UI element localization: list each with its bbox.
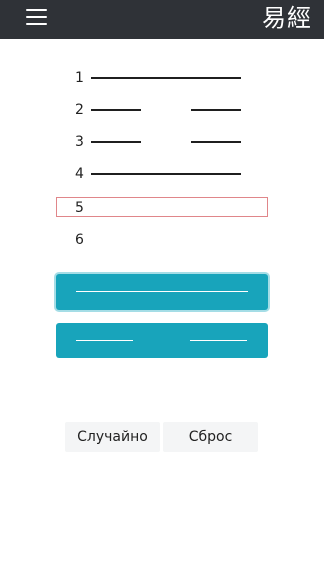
- line-number: 6: [75, 232, 84, 248]
- solid-line-icon: [76, 291, 248, 292]
- hexagram-line-5[interactable]: 5: [56, 197, 268, 217]
- broken-line-icon-right: [190, 340, 247, 341]
- menu-bar-bottom: [26, 23, 47, 25]
- line-number: 4: [75, 166, 84, 182]
- random-button[interactable]: Случайно: [65, 422, 160, 452]
- yin-line-left-stroke: [91, 109, 141, 111]
- hexagram-line-2[interactable]: 2: [56, 99, 268, 121]
- app-logo: 易經: [262, 4, 312, 32]
- line-number: 5: [75, 200, 84, 216]
- line-number: 3: [75, 134, 84, 150]
- yin-line-right-stroke: [191, 109, 241, 111]
- yang-line-button[interactable]: [56, 274, 268, 310]
- hexagram-line-3[interactable]: 3: [56, 131, 268, 153]
- hexagram-line-1[interactable]: 1: [56, 67, 268, 89]
- hexagram-line-4[interactable]: 4: [56, 163, 268, 185]
- broken-line-icon-left: [76, 340, 133, 341]
- yin-line-right-stroke: [191, 141, 241, 143]
- menu-bar-top: [26, 9, 47, 11]
- yang-line-stroke: [91, 173, 241, 175]
- yin-line-button[interactable]: [56, 323, 268, 358]
- line-number: 2: [75, 102, 84, 118]
- menu-bar-middle: [26, 16, 47, 18]
- yin-line-left-stroke: [91, 141, 141, 143]
- line-number: 1: [75, 70, 84, 86]
- app-bar: 易經: [0, 0, 324, 39]
- hexagram-line-6[interactable]: 6: [56, 229, 268, 251]
- hamburger-menu-icon[interactable]: [26, 8, 47, 25]
- app-page: 易經 1 2 3 4 5 6 Случайно Сброс: [0, 0, 324, 576]
- yang-line-stroke: [91, 77, 241, 79]
- reset-button[interactable]: Сброс: [163, 422, 258, 452]
